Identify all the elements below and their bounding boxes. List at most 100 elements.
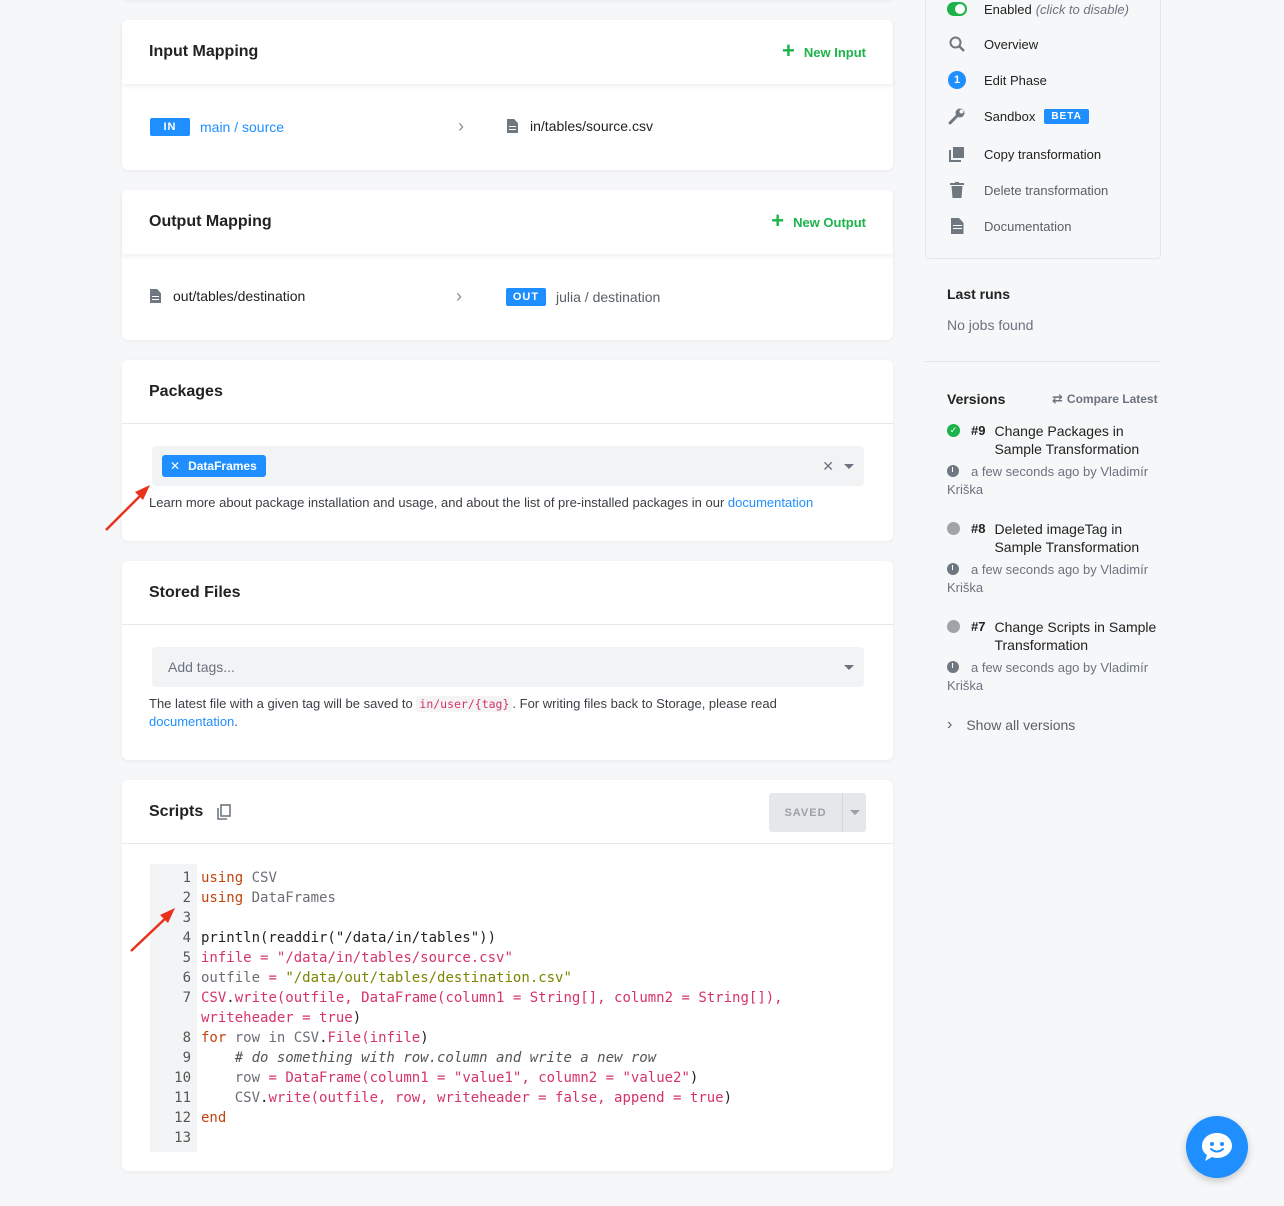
delete-transformation-label: Delete transformation [984,182,1109,198]
stored-files-header: Stored Files [122,561,893,625]
compare-latest-link[interactable]: ⇄ Compare Latest [1052,391,1158,407]
toggle-icon[interactable] [947,0,967,18]
stored-files-help-text-2: . For writing files back to Storage, ple… [512,696,777,711]
stored-files-card: Stored Files Add tags... The latest file… [122,561,893,760]
edit-phase-label: Edit Phase [984,72,1047,88]
code-line: writeheader = true) [201,1010,362,1026]
version-title: Change Packages in Sample Transformation [994,423,1140,457]
input-mapping-card: Input Mapping + New Input IN main / sour… [122,20,893,170]
packages-select[interactable]: ✕ DataFrames ✕ [152,446,864,486]
chevron-down-icon[interactable] [844,463,854,469]
delete-transformation-link[interactable]: Delete transformation [947,181,1108,199]
version-number: #9 [971,423,986,438]
copy-icon[interactable] [217,803,232,820]
output-destination: OUT julia / destination [506,288,660,306]
clock-icon [947,661,959,673]
package-tag-label: DataFrames [188,459,257,473]
code-line: row = DataFrame(column1 = "value1", colu… [234,1070,699,1086]
code-line: CSV.write(outfile, row, writeheader = fa… [234,1090,733,1106]
in-badge: IN [150,118,190,136]
line-number [150,1008,197,1028]
search-icon [947,35,967,53]
stored-files-help: The latest file with a given tag will be… [149,695,849,731]
stored-files-title: Stored Files [149,583,241,601]
version-meta: a few seconds ago by Vladimír Kriška [947,660,1149,693]
saved-button[interactable]: SAVED [769,793,866,832]
wrench-icon [947,107,967,125]
tag-path-code: in/user/{tag} [416,696,513,712]
line-number: 12 [174,1110,191,1126]
line-number: 6 [182,970,191,986]
scripts-card: Scripts SAVED 1 2 3 4 5 6 7 8 9 10 11 12 13 using CS… [122,780,893,1171]
version-item[interactable]: #7 Change Scripts in Sample Transformati… [947,618,1163,695]
line-number: 8 [182,1030,191,1046]
packages-help-text: Learn more about package installation an… [149,495,725,510]
stored-files-help-text: The latest file with a given tag will be… [149,696,413,711]
versions-title: Versions [947,391,1006,407]
chat-widget-button[interactable] [1186,1116,1248,1178]
output-mapping-row[interactable]: out/tables/destination [150,288,305,304]
plus-icon: + [771,208,785,233]
packages-title: Packages [149,382,223,400]
edit-phase-link[interactable]: 1 Edit Phase [947,71,1047,89]
divider [925,361,1161,362]
line-number: 9 [182,1050,191,1066]
chevron-down-icon [849,810,860,815]
documentation-label: Documentation [984,218,1072,234]
enabled-hint: (click to disable) [1035,1,1129,17]
input-source-link[interactable]: main / source [200,119,284,135]
input-mapping-row[interactable]: IN main / source [150,118,284,136]
annotation-arrow [130,908,175,952]
clock-icon [947,563,959,575]
file-icon [947,217,967,235]
version-item[interactable]: ✓ #9 Change Packages in Sample Transform… [947,422,1163,499]
output-mapping-header: Output Mapping + New Output [122,190,893,254]
code-lines: using CSV using DataFrames println(readd… [201,868,801,1148]
code-line: using DataFrames [201,890,336,906]
version-meta: a few seconds ago by Vladimír Kriška [947,464,1149,497]
version-item[interactable]: #8 Deleted imageTag in Sample Transforma… [947,520,1163,597]
packages-help: Learn more about package installation an… [149,494,813,512]
line-number: 11 [174,1090,191,1106]
file-icon [507,119,518,133]
new-input-button[interactable]: + New Input [782,40,866,62]
tags-placeholder: Add tags... [168,659,235,675]
output-source-path: out/tables/destination [173,288,306,304]
new-output-button[interactable]: + New Output [771,208,866,233]
code-line: println(readdir("/data/in/tables")) [201,930,497,946]
documentation-link[interactable]: Documentation [947,217,1071,235]
code-line: for row in CSV.File(infile) [201,1030,429,1046]
overview-label: Overview [984,36,1039,52]
enabled-toggle[interactable]: Enabled (click to disable) [947,0,1129,18]
chevron-down-icon[interactable] [844,664,854,670]
stored-files-help-end: . [234,714,238,729]
copy-transformation-link[interactable]: Copy transformation [947,145,1101,163]
input-destination-path: in/tables/source.csv [530,118,653,134]
line-number: 13 [174,1130,191,1146]
remove-tag-icon[interactable]: ✕ [170,459,180,473]
version-meta: a few seconds ago by Vladimír Kriška [947,562,1149,595]
last-runs-empty: No jobs found [947,317,1034,333]
annotation-arrow [105,485,150,531]
code-line: # do something with row.column and write… [234,1050,657,1066]
sandbox-link[interactable]: Sandbox BETA [947,107,1089,125]
tags-select[interactable]: Add tags... [152,647,864,687]
new-output-label: New Output [793,214,866,230]
show-all-versions-link[interactable]: › Show all versions [947,716,1075,734]
clear-icon[interactable]: ✕ [822,458,834,475]
beta-badge: BETA [1044,108,1089,124]
overview-link[interactable]: Overview [947,35,1038,53]
stored-files-documentation-link[interactable]: documentation [149,714,234,729]
version-number: #7 [971,619,986,634]
version-title: Change Scripts in Sample Transformation [994,619,1157,653]
packages-documentation-link[interactable]: documentation [728,495,813,510]
chevron-right-icon: › [458,116,464,136]
input-mapping-header: Input Mapping + New Input [122,20,893,84]
save-options-dropdown[interactable] [842,793,866,832]
chevron-right-icon: › [947,716,953,733]
code-line: infile = "/data/in/tables/source.csv" [201,950,513,966]
version-title: Deleted imageTag in Sample Transformatio… [994,521,1140,555]
chevron-right-icon: › [456,286,462,306]
